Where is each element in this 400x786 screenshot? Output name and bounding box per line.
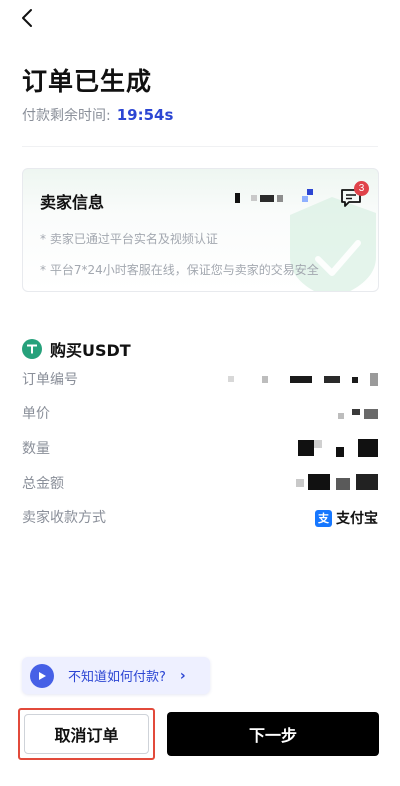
product-header: 购买USDT <box>22 337 131 361</box>
payment-countdown: 付款剩余时间: 19:54s <box>22 105 173 125</box>
play-icon <box>30 663 54 688</box>
quantity-masked <box>298 439 378 457</box>
chevron-left-icon <box>22 9 32 27</box>
seller-nickname-masked <box>235 191 295 205</box>
page-title: 订单已生成 <box>22 67 153 96</box>
divider <box>22 146 378 147</box>
seller-note: * 卖家已通过平台实名及视频认证 <box>40 232 218 246</box>
quantity-row: 数量 <box>22 438 378 460</box>
payment-help-text: 不知道如何付款? <box>68 670 166 685</box>
cancel-order-highlight: 取消订单 <box>18 708 155 760</box>
cancel-order-button[interactable]: 取消订单 <box>24 714 149 754</box>
detail-label: 数量 <box>22 441 50 457</box>
seller-note: * 平台7*24小时客服在线，保证您与卖家的交易安全 <box>40 263 319 277</box>
chevron-right-icon: › <box>179 667 186 684</box>
verified-icon <box>302 189 313 202</box>
seller-info-card: 卖家信息 3 * 卖家已通过平台实名及视频认证 * 平台7*24小时客服在线，保… <box>22 168 379 292</box>
order-number-row: 订单编号 <box>22 369 378 391</box>
detail-label: 卖家收款方式 <box>22 510 106 526</box>
payment-method-label: 支付宝 <box>336 511 378 527</box>
back-button[interactable] <box>16 6 40 30</box>
detail-label: 总金额 <box>22 476 64 492</box>
payment-method: 支 支付宝 <box>315 507 378 529</box>
unit-price-masked <box>338 407 378 421</box>
payment-method-row: 卖家收款方式 支 支付宝 <box>22 507 378 529</box>
detail-label: 单价 <box>22 406 50 422</box>
payment-help-link[interactable]: 不知道如何付款? › <box>22 657 210 694</box>
detail-label: 订单编号 <box>22 372 78 388</box>
order-number-masked <box>228 373 378 387</box>
product-label: 购买USDT <box>50 341 131 360</box>
unit-price-row: 单价 <box>22 403 378 425</box>
countdown-label: 付款剩余时间: <box>22 108 111 124</box>
total-amount-masked <box>296 474 378 492</box>
next-step-button[interactable]: 下一步 <box>167 712 379 756</box>
countdown-value: 19:54s <box>116 106 174 124</box>
alipay-icon: 支 <box>315 509 332 527</box>
usdt-icon <box>22 339 42 359</box>
seller-info-title: 卖家信息 <box>40 193 105 212</box>
unread-badge: 3 <box>354 181 369 196</box>
total-amount-row: 总金额 <box>22 473 378 495</box>
